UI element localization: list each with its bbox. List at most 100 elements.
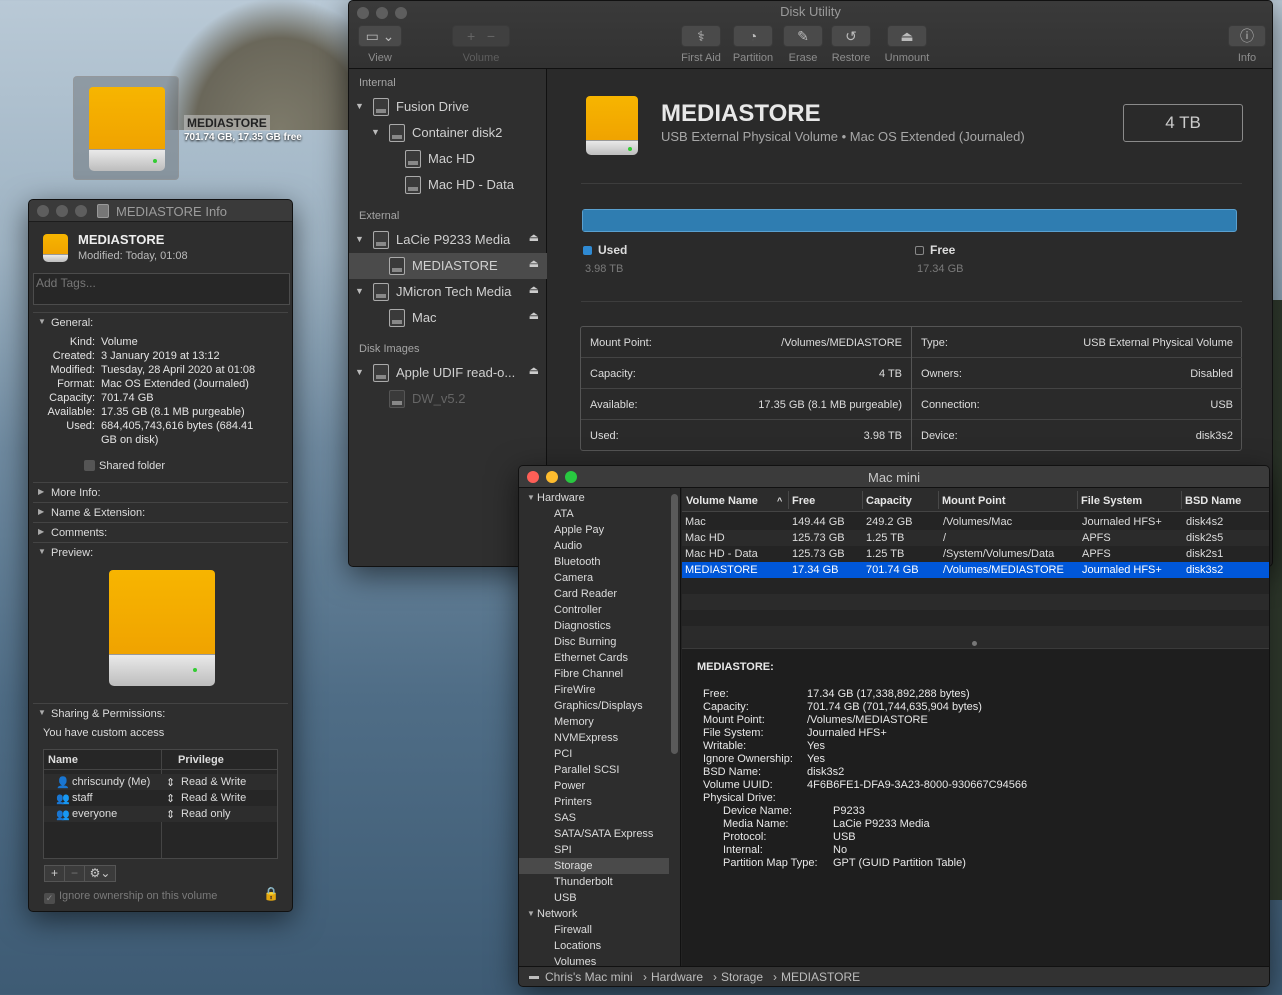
info-button[interactable]: ⓘ Info [1228,25,1266,64]
sidebar-item-container-disk2[interactable]: ▼ Container disk2 [349,120,547,146]
tree-item[interactable]: Locations [519,938,669,954]
section-sharing[interactable]: ▼ Sharing & Permissions: [29,704,292,724]
tree-group-network[interactable]: ▼ Network [519,906,669,922]
disclosure-triangle-icon[interactable]: ▼ [371,127,380,137]
column-volume-name[interactable]: Volume Name [686,495,758,507]
privilege-stepper-icon[interactable]: ⇕ [166,792,175,805]
section-general[interactable]: ▼ General: [29,313,292,333]
privilege-stepper-icon[interactable]: ⇕ [166,808,175,821]
checkbox-icon[interactable] [84,460,95,471]
sidebar-item-lacie[interactable]: ▼ LaCie P9233 Media ⏏ [349,227,547,253]
path-item[interactable]: Chris's Mac mini [545,970,633,984]
tree-item[interactable]: Storage [519,858,669,874]
eject-icon[interactable]: ⏏ [529,364,539,377]
desktop-drive-icon[interactable] [73,76,179,180]
tree-item[interactable]: Firewall [519,922,669,938]
table-row[interactable]: Mac 149.44 GB 249.2 GB/Volumes/Mac Journale… [682,514,1269,530]
tree-item[interactable]: Disc Burning [519,634,669,650]
table-row[interactable]: Mac HD - Data 125.73 GB 1.25 TB/System/Vol… [682,546,1269,562]
sidebar-item-mac-hd-data[interactable]: Mac HD - Data [349,172,547,198]
eject-icon[interactable]: ⏏ [529,283,539,296]
eject-icon[interactable]: ⏏ [529,309,539,322]
checkbox-icon[interactable]: ✓ [44,893,55,904]
eject-icon[interactable]: ⏏ [529,231,539,244]
disclosure-triangle-icon[interactable]: ▼ [527,909,535,918]
gear-icon[interactable]: ⚙⌄ [85,866,115,881]
sidebar-item-dw[interactable]: DW_v5.2 [349,386,547,412]
column-file-system[interactable]: File System [1081,495,1142,507]
tree-item[interactable]: Parallel SCSI [519,762,669,778]
column-free[interactable]: Free [792,495,815,507]
minimize-button[interactable] [56,205,68,217]
erase-button[interactable]: ✎ Erase [783,25,823,64]
sidebar-item-mediastore[interactable]: MEDIASTORE ⏏ [349,253,547,279]
tree-item[interactable]: SPI [519,842,669,858]
tree-item[interactable]: Audio [519,538,669,554]
permission-privilege[interactable]: Read only [181,808,231,820]
ignore-ownership-checkbox[interactable]: ✓ Ignore ownership on this volume [44,890,217,904]
sidebar-item-mac[interactable]: Mac ⏏ [349,305,547,331]
table-row[interactable]: MEDIASTORE 17.34 GB 701.74 GB/Volumes/MEDI… [682,562,1269,578]
desktop-drive-label[interactable]: MEDIASTORE 701.74 GB, 17.35 GB free [184,115,302,143]
tree-item[interactable]: Card Reader [519,586,669,602]
table-row[interactable]: Mac HD 125.73 GB 1.25 TB / APFS disk2s5 [682,530,1269,546]
disclosure-triangle-icon[interactable]: ▶ [38,527,44,536]
tree-item[interactable]: Fibre Channel [519,666,669,682]
view-button[interactable]: ▭ ⌄ View [358,25,402,64]
disclosure-triangle-icon[interactable]: ▶ [38,487,44,496]
tags-input[interactable]: Add Tags... [33,273,290,305]
tree-item[interactable]: Apple Pay [519,522,669,538]
tree-item[interactable]: USB [519,890,669,906]
disclosure-triangle-icon[interactable]: ▼ [527,493,535,502]
scrollbar[interactable] [671,494,678,754]
column-capacity[interactable]: Capacity [866,495,912,507]
path-item[interactable]: Hardware [651,970,703,984]
disclosure-triangle-icon[interactable]: ▼ [38,547,46,556]
tree-item[interactable]: NVMExpress [519,730,669,746]
tree-item[interactable]: PCI [519,746,669,762]
disclosure-triangle-icon[interactable]: ▼ [355,367,364,377]
close-button[interactable] [37,205,49,217]
tree-item[interactable]: SAS [519,810,669,826]
disclosure-triangle-icon[interactable]: ▼ [355,101,364,111]
sidebar-item-jmicron[interactable]: ▼ JMicron Tech Media ⏏ [349,279,547,305]
tree-item[interactable]: Printers [519,794,669,810]
section-more-info[interactable]: ▶ More Info: [29,483,292,503]
path-item[interactable]: MEDIASTORE [781,970,860,984]
sidebar-item-apple-udif[interactable]: ▼ Apple UDIF read-o... ⏏ [349,360,547,386]
tree-item[interactable]: Diagnostics [519,618,669,634]
permission-row[interactable]: 👥 everyone ⇕ Read only [44,806,277,822]
add-permission-button[interactable]: + [45,866,65,881]
tree-item[interactable]: Bluetooth [519,554,669,570]
zoom-button[interactable] [75,205,87,217]
tree-item[interactable]: ATA [519,506,669,522]
tree-item[interactable]: Ethernet Cards [519,650,669,666]
section-name-extension[interactable]: ▶ Name & Extension: [29,503,292,523]
shared-folder-checkbox[interactable]: Shared folder [84,460,165,472]
disclosure-triangle-icon[interactable]: ▼ [355,286,364,296]
column-bsd-name[interactable]: BSD Name [1185,495,1241,507]
partition-button[interactable]: ◔ Partition [731,25,775,64]
disclosure-triangle-icon[interactable]: ▼ [38,708,46,717]
path-item[interactable]: Storage [721,970,763,984]
tree-item[interactable]: Power [519,778,669,794]
first-aid-button[interactable]: ⚕ First Aid [679,25,723,64]
permission-privilege[interactable]: Read & Write [181,776,246,788]
tree-item[interactable]: Memory [519,714,669,730]
disclosure-triangle-icon[interactable]: ▶ [38,507,44,516]
disclosure-triangle-icon[interactable]: ▼ [355,234,364,244]
sidebar-item-mac-hd[interactable]: Mac HD [349,146,547,172]
remove-permission-button[interactable]: − [65,866,85,881]
section-comments[interactable]: ▶ Comments: [29,523,292,543]
tree-item[interactable]: Graphics/Displays [519,698,669,714]
tree-item[interactable]: Thunderbolt [519,874,669,890]
sidebar-item-fusion-drive[interactable]: ▼ Fusion Drive [349,94,547,120]
sort-ascending-icon[interactable]: ^ [777,496,782,506]
privilege-stepper-icon[interactable]: ⇕ [166,776,175,789]
section-preview[interactable]: ▼ Preview: [29,543,292,563]
tree-group-hardware[interactable]: ▼ Hardware [519,490,669,506]
lock-icon[interactable]: 🔒 [263,886,279,902]
eject-icon[interactable]: ⏏ [529,257,539,270]
tree-item[interactable]: Camera [519,570,669,586]
tree-item[interactable]: Volumes [519,954,669,966]
